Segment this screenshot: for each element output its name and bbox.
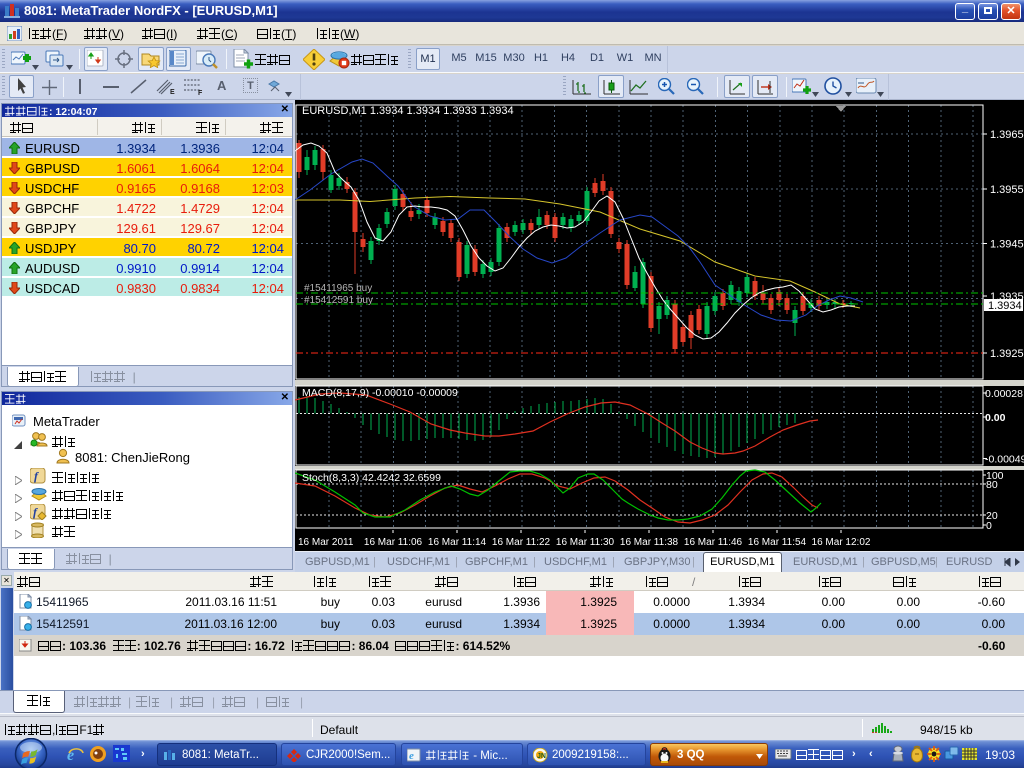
svg-text:Stoch(8,3,3) 42.4242 32.6599: Stoch(8,3,3) 42.4242 32.6599 <box>302 472 441 484</box>
svg-text:F: F <box>198 90 203 95</box>
svg-text:16 Mar 2011: 16 Mar 2011 <box>298 537 354 548</box>
svg-text:1.3965: 1.3965 <box>990 129 1024 141</box>
svg-text:e: e <box>409 750 414 762</box>
svg-text:0: 0 <box>986 520 992 532</box>
svg-text:16 Mar 11:38: 16 Mar 11:38 <box>620 537 679 548</box>
svg-text:#15412591 buy: #15412591 buy <box>304 295 373 306</box>
svg-text:E: E <box>170 89 175 95</box>
svg-text:1.3934: 1.3934 <box>988 300 1022 312</box>
svg-text:1.3955: 1.3955 <box>990 184 1024 196</box>
svg-text:JN: JN <box>537 753 546 760</box>
svg-text:80: 80 <box>986 479 998 491</box>
svg-text:-0.00049: -0.00049 <box>985 454 1024 466</box>
svg-text:MACD(8,17,9) -0.00010 -0.00009: MACD(8,17,9) -0.00010 -0.00009 <box>302 387 458 399</box>
svg-text:16 Mar 11:54: 16 Mar 11:54 <box>748 537 807 548</box>
svg-text:1.3945: 1.3945 <box>990 239 1024 251</box>
svg-text:16 Mar 11:14: 16 Mar 11:14 <box>428 537 487 548</box>
svg-text:16 Mar 11:06: 16 Mar 11:06 <box>364 537 423 548</box>
svg-text:1.3925: 1.3925 <box>990 348 1024 360</box>
svg-text:0.00028: 0.00028 <box>985 388 1023 400</box>
svg-text:16 Mar 11:46: 16 Mar 11:46 <box>684 537 743 548</box>
svg-text:16 Mar 12:02: 16 Mar 12:02 <box>812 537 871 548</box>
svg-text:EURUSD,M1 1.3934 1.3934 1.393: EURUSD,M1 1.3934 1.3934 1.3933 1.3934 <box>302 105 514 117</box>
svg-text:0.00: 0.00 <box>985 412 1006 424</box>
svg-text:#15411965 buy: #15411965 buy <box>304 283 372 294</box>
svg-text:16 Mar 11:30: 16 Mar 11:30 <box>556 537 615 548</box>
svg-text:16 Mar 11:22: 16 Mar 11:22 <box>492 537 551 548</box>
